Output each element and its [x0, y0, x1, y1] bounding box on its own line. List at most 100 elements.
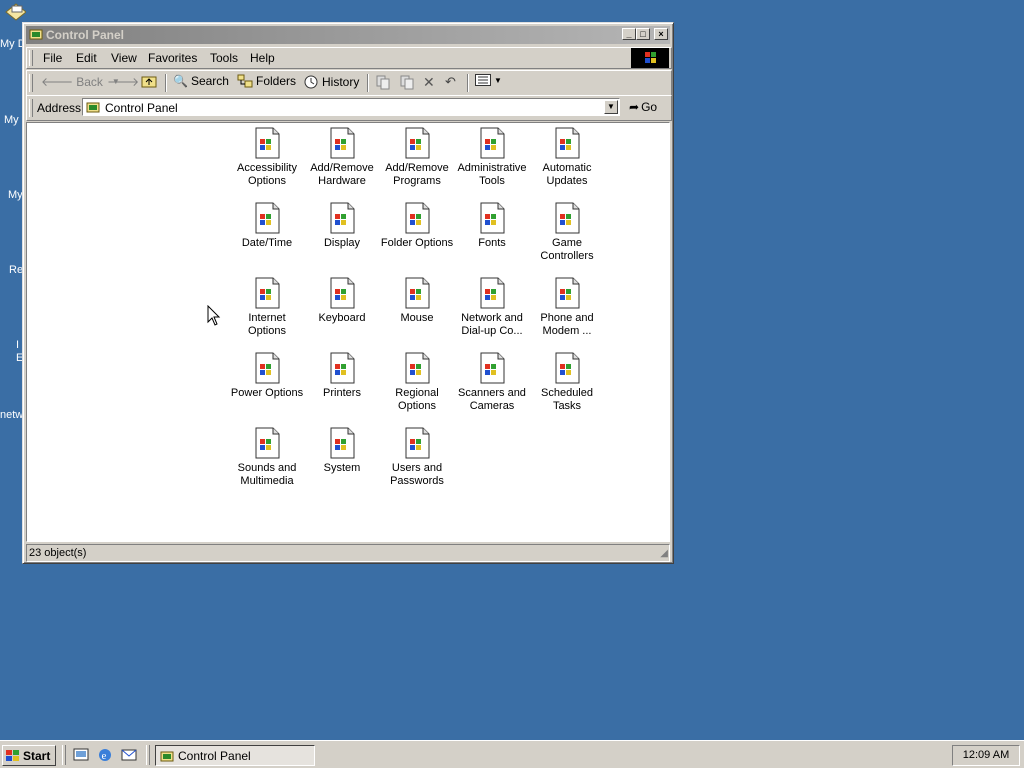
- search-button[interactable]: 🔍 Search: [173, 74, 229, 88]
- toolbar-grip[interactable]: [29, 74, 33, 92]
- close-button[interactable]: ×: [654, 28, 668, 40]
- menu-file[interactable]: File: [43, 51, 62, 65]
- item-sounds-and-multimedia[interactable]: Sounds and Multimedia: [229, 427, 305, 488]
- desktop-label-network[interactable]: netw: [0, 409, 23, 421]
- item-display[interactable]: Display: [304, 202, 380, 250]
- control-panel-icon: [160, 751, 174, 761]
- desktop-label-my-documents[interactable]: My D: [0, 38, 24, 50]
- move-to-button[interactable]: [375, 74, 391, 90]
- item-accessibility-options[interactable]: Accessibility Options: [229, 127, 305, 188]
- applet-icon: [255, 127, 280, 159]
- address-folder-icon: [86, 100, 100, 117]
- svg-text:e: e: [102, 750, 107, 762]
- applet-icon: [405, 352, 430, 384]
- go-arrow-icon: ➦: [629, 100, 640, 114]
- control-panel-content: Accessibility Options Add/Remove Hardwar…: [26, 122, 670, 542]
- folders-button[interactable]: Folders: [237, 74, 296, 88]
- search-icon: 🔍: [173, 74, 188, 88]
- item-fonts[interactable]: Fonts: [454, 202, 530, 250]
- taskbar-task-label: Control Panel: [178, 748, 251, 763]
- desktop-label-my-network[interactable]: My: [8, 189, 23, 201]
- item-mouse[interactable]: Mouse: [379, 277, 455, 325]
- applet-icon: [405, 202, 430, 234]
- desktop-label-recycle-bin[interactable]: Re: [9, 264, 23, 276]
- item-label: Sounds and Multimedia: [237, 462, 297, 487]
- outlook-express-icon[interactable]: [121, 747, 137, 766]
- menu-view[interactable]: View: [111, 51, 137, 65]
- applet-icon: [555, 202, 580, 234]
- item-folder-options[interactable]: Folder Options: [379, 202, 455, 250]
- menu-grip[interactable]: [29, 50, 33, 66]
- item-network-and-dialup[interactable]: Network and Dial-up Co...: [454, 277, 530, 338]
- item-scheduled-tasks[interactable]: Scheduled Tasks: [529, 352, 605, 413]
- show-desktop-icon[interactable]: [73, 747, 89, 766]
- item-system[interactable]: System: [304, 427, 380, 475]
- back-arrow-icon: 🡐: [41, 75, 74, 89]
- taskbar-grip[interactable]: [146, 745, 150, 765]
- item-administrative-tools[interactable]: Administrative Tools: [454, 127, 530, 188]
- item-add-remove-hardware[interactable]: Add/Remove Hardware: [304, 127, 380, 188]
- menu-favorites[interactable]: Favorites: [148, 51, 197, 65]
- item-scanners-and-cameras[interactable]: Scanners and Cameras: [454, 352, 530, 413]
- address-dropdown-button[interactable]: ▼: [604, 100, 618, 114]
- views-dropdown-icon[interactable]: ▼: [494, 76, 502, 85]
- search-label: Search: [190, 74, 229, 88]
- applet-icon: [480, 202, 505, 234]
- maximize-button[interactable]: □: [636, 28, 650, 40]
- address-grip[interactable]: [29, 99, 33, 117]
- folders-icon: [237, 74, 253, 88]
- applet-icon: [555, 277, 580, 309]
- internet-explorer-icon[interactable]: e: [97, 747, 113, 766]
- item-regional-options[interactable]: Regional Options: [379, 352, 455, 413]
- item-date-time[interactable]: Date/Time: [229, 202, 305, 250]
- item-power-options[interactable]: Power Options: [229, 352, 305, 400]
- applet-icon: [405, 277, 430, 309]
- copy-to-button[interactable]: [399, 74, 415, 90]
- item-users-and-passwords[interactable]: Users and Passwords: [379, 427, 455, 488]
- desktop-label-internet-explorer-1[interactable]: I: [16, 339, 19, 351]
- taskbar-control-panel-button[interactable]: Control Panel: [155, 745, 315, 766]
- toolbar-separator: [467, 74, 469, 92]
- menu-tools[interactable]: Tools: [210, 51, 238, 65]
- address-input[interactable]: Control Panel ▼: [82, 98, 620, 116]
- address-value: Control Panel: [105, 101, 178, 115]
- taskbar: Start e Control Panel 12:09 AM: [0, 740, 1024, 768]
- item-phone-and-modem[interactable]: Phone and Modem ...: [529, 277, 605, 338]
- go-button[interactable]: ➦ Go: [629, 100, 657, 114]
- minimize-button[interactable]: _: [622, 28, 636, 40]
- folders-label: Folders: [256, 74, 297, 88]
- item-add-remove-programs[interactable]: Add/Remove Programs: [379, 127, 455, 188]
- item-label: System: [323, 462, 361, 474]
- system-tray-clock[interactable]: 12:09 AM: [952, 745, 1020, 766]
- item-printers[interactable]: Printers: [304, 352, 380, 400]
- undo-button[interactable]: ↶: [445, 74, 456, 90]
- item-automatic-updates[interactable]: Automatic Updates: [529, 127, 605, 188]
- menu-help[interactable]: Help: [250, 51, 275, 65]
- applet-icon: [255, 202, 280, 234]
- item-label: Game Controllers: [540, 237, 594, 262]
- item-label: Keyboard: [318, 312, 366, 324]
- item-keyboard[interactable]: Keyboard: [304, 277, 380, 325]
- item-label: Fonts: [478, 237, 506, 249]
- resize-grip-icon[interactable]: ◢: [660, 548, 668, 559]
- item-game-controllers[interactable]: Game Controllers: [529, 202, 605, 263]
- applet-icon: [255, 277, 280, 309]
- address-bar: Address Control Panel ▼ ➦ Go: [26, 95, 672, 121]
- title-bar[interactable]: Control Panel _ □ ×: [26, 26, 670, 44]
- address-label: Address: [37, 101, 82, 115]
- history-button[interactable]: History: [303, 74, 359, 90]
- status-object-count: 23 object(s): [26, 544, 670, 562]
- applet-icon: [255, 352, 280, 384]
- menu-edit[interactable]: Edit: [76, 51, 97, 65]
- up-folder-button[interactable]: [141, 74, 157, 88]
- views-button[interactable]: ▼: [475, 74, 502, 86]
- start-button[interactable]: Start: [2, 745, 56, 766]
- item-label: Mouse: [400, 312, 434, 324]
- quicklaunch-grip[interactable]: [62, 745, 66, 765]
- applet-icon: [330, 352, 355, 384]
- desktop-label-my-computer[interactable]: My: [4, 114, 19, 126]
- item-internet-options[interactable]: Internet Options: [229, 277, 305, 338]
- delete-button[interactable]: ✕: [423, 74, 435, 91]
- applet-icon: [480, 127, 505, 159]
- applet-icon: [405, 127, 430, 159]
